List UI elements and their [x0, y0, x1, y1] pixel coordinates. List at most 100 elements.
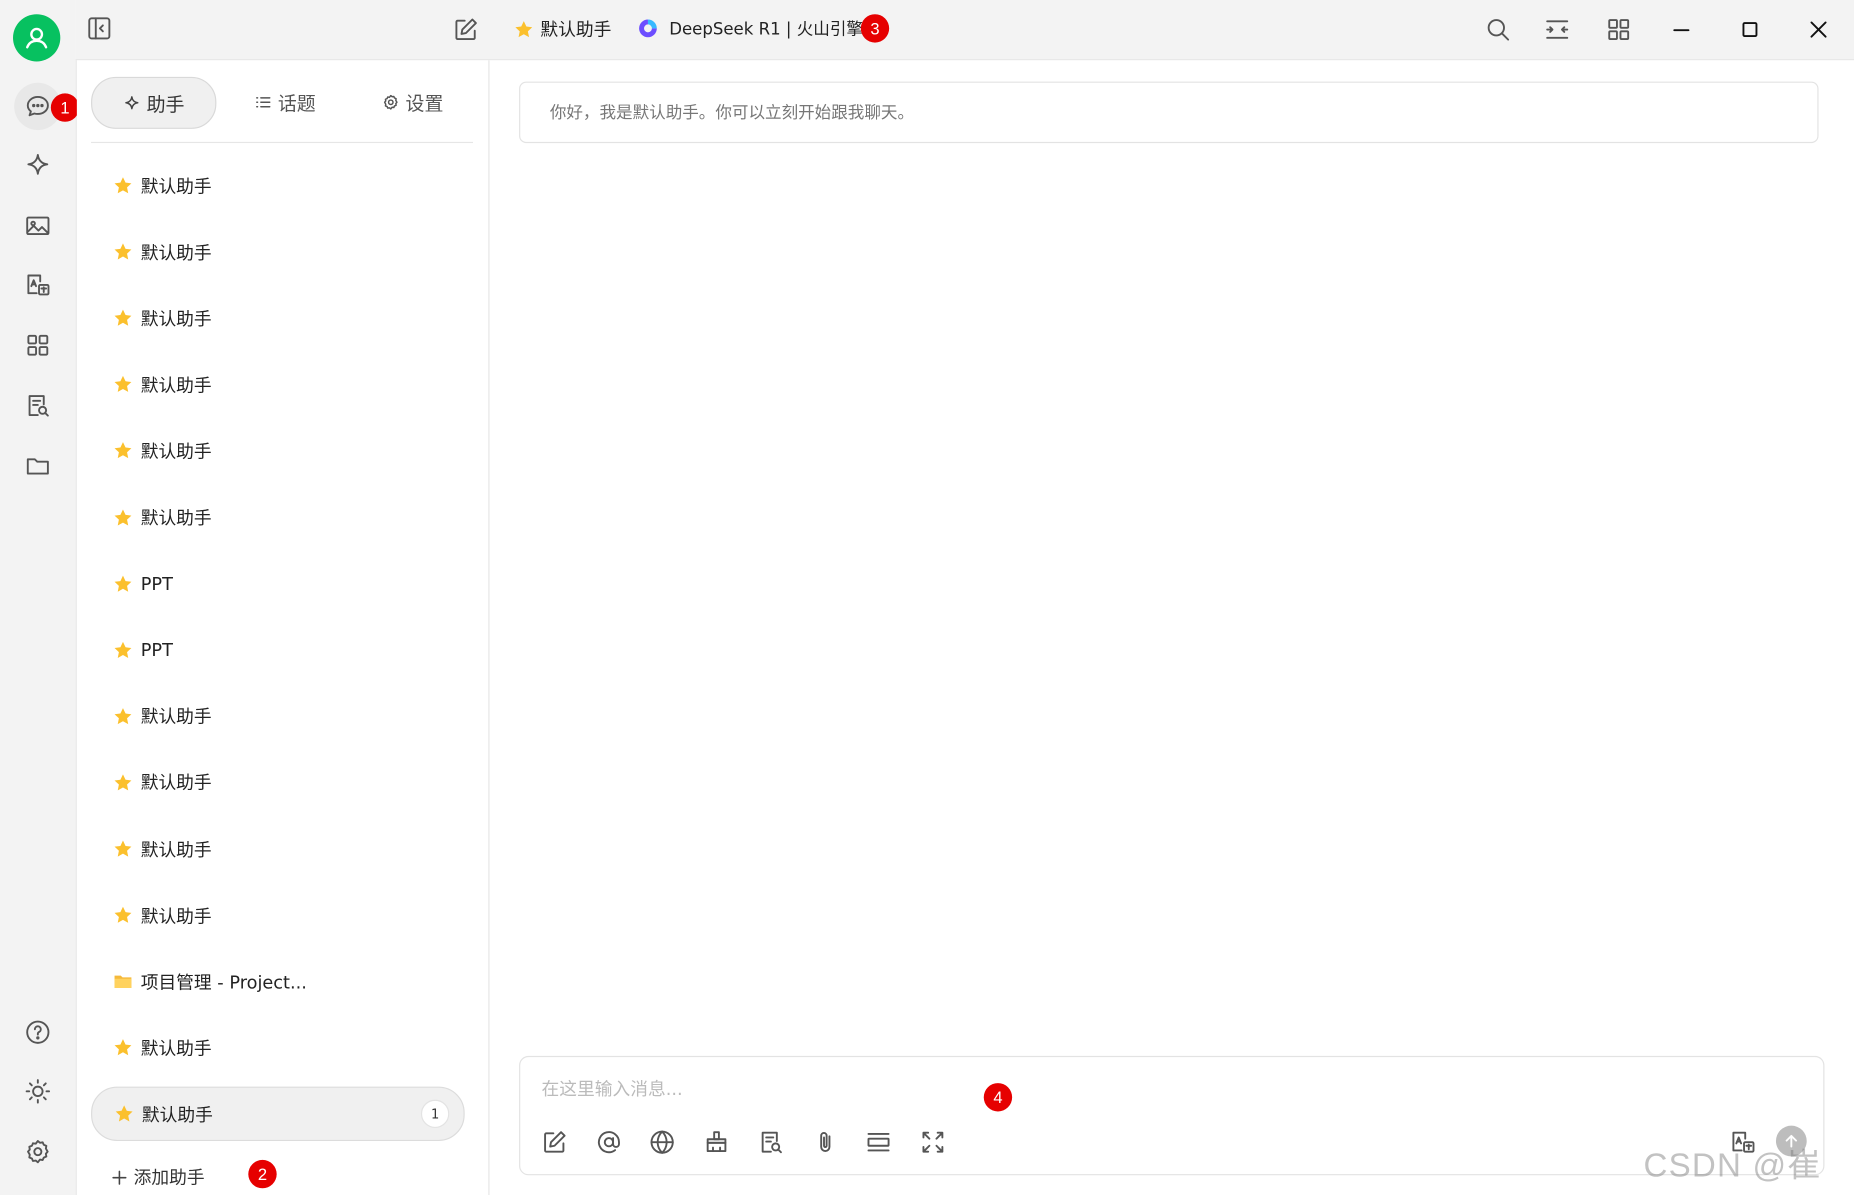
assistant-item[interactable]: 默认助手	[91, 425, 462, 477]
knowledge-base-button[interactable]	[757, 1128, 785, 1156]
greeting-message: 你好，我是默认助手。你可以立刻开始跟我聊天。	[519, 81, 1819, 144]
rail-theme-button[interactable]	[14, 1068, 61, 1115]
assistant-item[interactable]: PPT	[91, 558, 462, 610]
plus-icon	[112, 1169, 127, 1185]
current-assistant-label: 默认助手	[540, 18, 612, 41]
narrow-mode-button[interactable]	[1543, 15, 1571, 43]
assistant-item[interactable]: 默认助手	[91, 690, 462, 742]
tab-topics[interactable]: 话题	[228, 77, 342, 127]
minimize-button[interactable]	[1667, 15, 1695, 43]
maximize-button[interactable]	[1736, 15, 1764, 43]
assistant-item-label: 默认助手	[140, 905, 212, 927]
tab-settings[interactable]: 设置	[356, 77, 470, 127]
chat-bubble-icon	[26, 96, 49, 117]
model-selector[interactable]: DeepSeek R1 | 火山引擎	[636, 17, 863, 41]
search-button[interactable]	[1484, 15, 1512, 43]
assistant-item-label: 默认助手	[140, 706, 212, 728]
current-assistant[interactable]: 默认助手	[513, 17, 611, 42]
model-label: DeepSeek R1 | 火山引擎	[669, 20, 863, 40]
context-separator-button[interactable]	[864, 1128, 892, 1156]
tab-assistants[interactable]: 助手	[91, 76, 217, 129]
assistant-item[interactable]: 项目管理 - Project...	[91, 956, 462, 1008]
close-icon	[1810, 21, 1827, 38]
assistant-item-label: PPT	[140, 639, 173, 661]
star-icon	[114, 309, 132, 326]
broom-icon	[706, 1131, 727, 1153]
grid-icon	[1608, 19, 1630, 40]
add-assistant-button[interactable]: 添加助手	[110, 1165, 205, 1190]
clear-context-button[interactable]	[702, 1128, 730, 1156]
message-composer: 在这里输入消息... 4	[519, 1055, 1825, 1176]
assistant-item-label: 默认助手	[140, 507, 212, 529]
assistant-item[interactable]: 默认助手	[91, 160, 462, 212]
star-icon	[114, 906, 132, 923]
assistant-item-label: 默认助手	[140, 175, 212, 197]
star-icon	[114, 774, 132, 791]
assistant-item[interactable]: PPT	[91, 624, 462, 676]
star-icon	[115, 1105, 133, 1122]
translate-icon	[27, 274, 50, 296]
sun-icon	[25, 1079, 51, 1104]
rail-knowledge-button[interactable]	[14, 382, 61, 429]
message-input[interactable]: 在这里输入消息...	[542, 1076, 683, 1101]
assistant-item[interactable]: 默认助手	[91, 757, 462, 809]
assistant-item-label: 默认助手	[140, 1037, 212, 1060]
rail-translate-button[interactable]	[14, 261, 61, 308]
tab-divider	[91, 141, 473, 144]
assistant-item[interactable]: 默认助手	[91, 491, 462, 543]
rail-image-button[interactable]	[14, 202, 61, 249]
folder-icon	[26, 458, 49, 475]
assistant-item-label: 默认助手	[140, 772, 212, 794]
star-icon	[114, 707, 132, 724]
minimize-icon	[1673, 29, 1690, 32]
assistant-item[interactable]: 默认助手 1	[91, 1087, 465, 1142]
assistant-item[interactable]: 默认助手	[91, 292, 462, 344]
maximize-icon	[1742, 22, 1758, 38]
topic-count-badge: 1	[420, 1100, 450, 1129]
rail-agents-button[interactable]	[14, 142, 61, 189]
assistant-item-label: 项目管理 - Project...	[140, 971, 307, 993]
rail-help-button[interactable]	[14, 1009, 61, 1056]
toggle-sidebar-button[interactable]	[85, 14, 113, 42]
tab-settings-label: 设置	[405, 92, 444, 115]
assistant-item[interactable]: 默认助手	[91, 226, 462, 278]
edit-icon	[455, 18, 477, 40]
annotation-badge-3: 3	[860, 14, 890, 43]
rail-apps-button[interactable]	[14, 322, 61, 369]
globe-icon	[650, 1130, 674, 1154]
tab-topics-label: 话题	[277, 92, 316, 115]
rail-files-button[interactable]	[14, 442, 61, 489]
web-search-button[interactable]	[648, 1128, 676, 1156]
mini-apps-button[interactable]	[1605, 15, 1633, 43]
expand-input-button[interactable]	[919, 1128, 947, 1156]
star-icon	[114, 641, 132, 658]
search-icon	[1487, 19, 1510, 41]
star-icon	[114, 442, 132, 459]
annotation-badge-2: 2	[248, 1159, 277, 1189]
rail-settings-button[interactable]	[14, 1128, 61, 1175]
separator-icon	[867, 1132, 890, 1152]
assistant-item[interactable]: 默认助手	[91, 823, 462, 875]
avatar[interactable]	[13, 14, 61, 62]
sparkle-icon	[125, 95, 139, 109]
tab-assistants-label: 助手	[146, 93, 185, 116]
assistant-item[interactable]: 默认助手	[91, 889, 462, 941]
folder-icon	[114, 975, 132, 989]
narrow-mode-icon	[1546, 20, 1569, 39]
star-icon	[114, 177, 132, 194]
help-icon	[26, 1020, 50, 1044]
mention-model-button[interactable]	[595, 1128, 623, 1156]
new-topic-button[interactable]	[540, 1128, 568, 1156]
left-rail	[0, 0, 76, 1195]
list-icon	[256, 96, 271, 107]
close-window-button[interactable]	[1804, 15, 1832, 43]
assistant-item-label: 默认助手	[140, 374, 212, 396]
paperclip-icon	[820, 1132, 831, 1152]
gear-icon	[383, 94, 398, 110]
new-chat-button[interactable]	[452, 15, 480, 43]
grid-icon	[27, 334, 49, 356]
assistant-item[interactable]: 默认助手	[91, 359, 462, 411]
assistant-item[interactable]: 默认助手	[91, 1022, 462, 1074]
attach-file-button[interactable]	[811, 1128, 839, 1156]
gear-icon	[27, 1140, 49, 1164]
